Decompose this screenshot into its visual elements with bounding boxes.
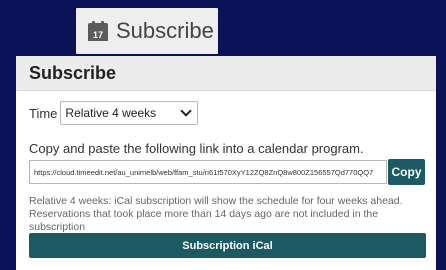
subscription-note: Relative 4 weeks: iCal subscription will… [29,195,429,234]
time-row: Time Relative 4 weeks [29,101,199,125]
subscribe-trigger-label: Subscribe [116,18,214,43]
subscribe-dialog: Subscribe Time Relative 4 weeks Copy and… [16,56,436,270]
subscription-link-field[interactable]: https://cloud.timeedit.net/au_unimelb/we… [29,160,387,184]
subscribe-trigger-button[interactable]: 17 Subscribe [76,8,218,54]
time-select[interactable]: Relative 4 weeks [60,101,199,125]
dialog-title: Subscribe [16,56,436,91]
time-select-value: Relative 4 weeks [65,106,157,120]
note-line-2: Reservations that took place more than 1… [29,208,379,233]
note-line-1: Relative 4 weeks: iCal subscription will… [29,195,403,207]
link-row: https://cloud.timeedit.net/au_unimelb/we… [29,159,425,185]
instruction-text: Copy and paste the following link into a… [29,141,364,156]
calendar-icon: 17 [88,21,108,41]
chevron-down-icon [180,105,193,117]
time-label: Time [29,105,58,121]
subscription-ical-button[interactable]: Subscription iCal [29,233,426,258]
copy-button[interactable]: Copy [388,159,425,185]
